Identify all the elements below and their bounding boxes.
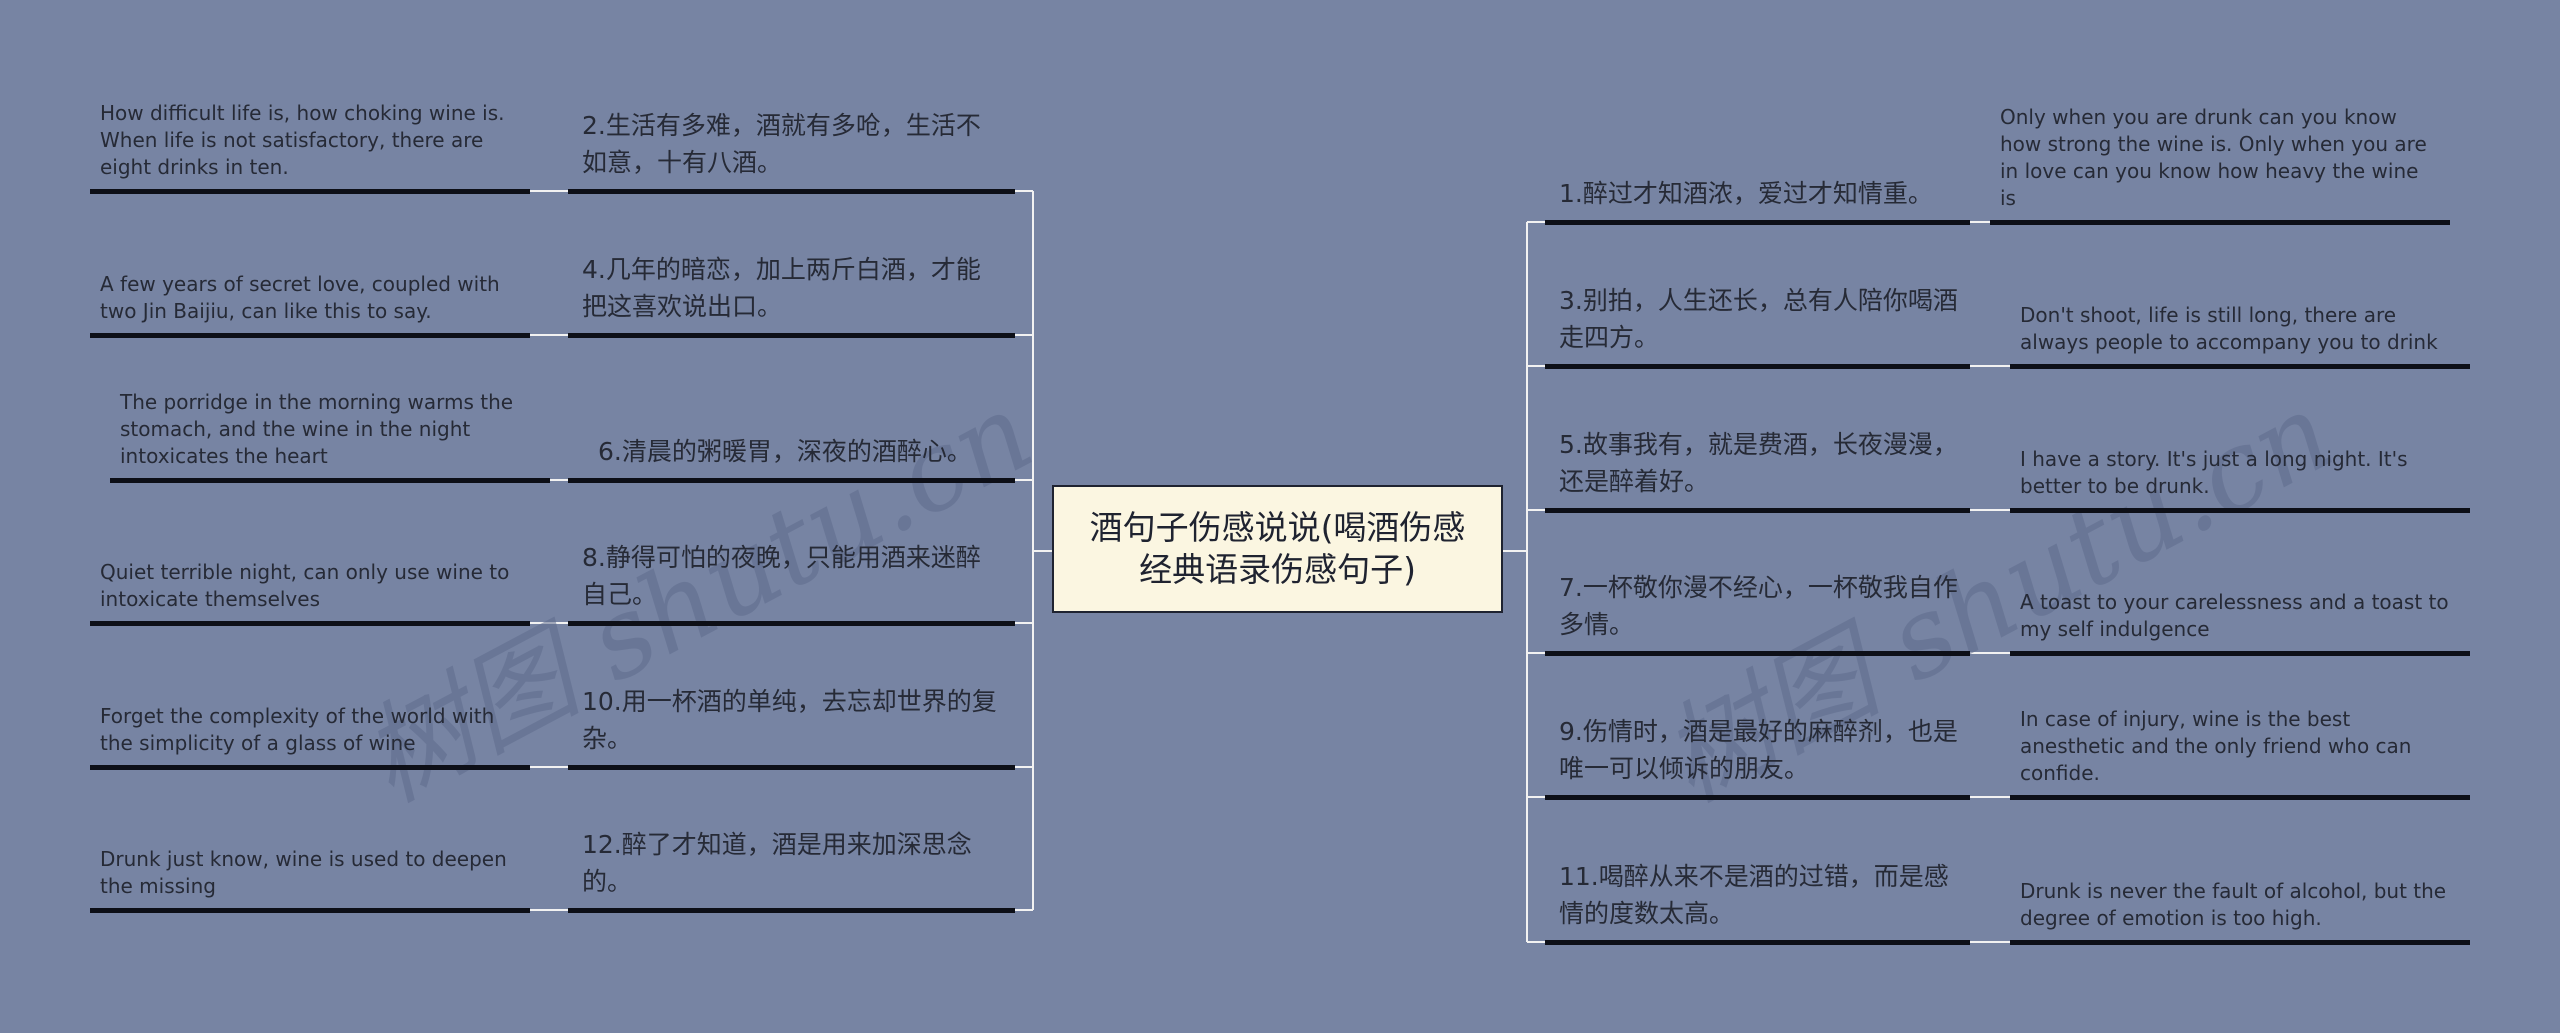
right-topic-3-text: 5.故事我有，就是费酒，长夜漫漫，还是醉着好。 xyxy=(1559,430,1958,496)
right-subtopic-4[interactable]: A toast to your carelessness and a toast… xyxy=(2010,513,2470,653)
mindmap-canvas: 树图 shutu.cn 树图 shutu.cn 2.生活有多难，酒就有多呛，生活… xyxy=(0,0,2560,1033)
left-topic-4-text: 8.静得可怕的夜晚，只能用酒来迷醉自己。 xyxy=(582,543,981,609)
left-subtopic-1-underline xyxy=(90,189,530,194)
right-subtopic-3-text: I have a story. It's just a long night. … xyxy=(2020,447,2408,498)
left-subtopic-6-text: Drunk just know, wine is used to deepen … xyxy=(100,847,507,898)
right-topic-3[interactable]: 5.故事我有，就是费酒，长夜漫漫，还是醉着好。 xyxy=(1545,370,1970,510)
right-topic-1-underline xyxy=(1545,220,1970,225)
left-subtopic-5[interactable]: Forget the complexity of the world with … xyxy=(90,627,530,767)
left-topic-2-underline xyxy=(568,333,1015,338)
left-topic-5[interactable]: 10.用一杯酒的单纯，去忘却世界的复杂。 xyxy=(568,627,1015,767)
right-topic-1-text: 1.醉过才知酒浓，爱过才知情重。 xyxy=(1559,179,1933,208)
right-subtopic-5[interactable]: In case of injury, wine is the best anes… xyxy=(2010,657,2470,797)
left-topic-3-text: 6.清晨的粥暖胃，深夜的酒醉心。 xyxy=(598,437,972,466)
right-subtopic-2[interactable]: Don't shoot, life is still long, there a… xyxy=(2010,226,2470,366)
left-subtopic-4-underline xyxy=(90,621,530,626)
right-subtopic-6-text: Drunk is never the fault of alcohol, but… xyxy=(2020,879,2447,930)
left-subtopic-2-text: A few years of secret love, coupled with… xyxy=(100,272,500,323)
right-topic-4-text: 7.一杯敬你漫不经心，一杯敬我自作多情。 xyxy=(1559,573,1958,639)
left-topic-4-underline xyxy=(568,621,1015,626)
right-subtopic-2-text: Don't shoot, life is still long, there a… xyxy=(2020,303,2438,354)
root-topic-label: 酒句子伤感说说(喝酒伤感经典语录伤感句子) xyxy=(1089,508,1466,589)
right-topic-1[interactable]: 1.醉过才知酒浓，爱过才知情重。 xyxy=(1545,82,1970,222)
left-subtopic-3[interactable]: The porridge in the morning warms the st… xyxy=(110,340,550,480)
left-topic-6-text: 12.醉了才知道，酒是用来加深思念的。 xyxy=(582,830,972,896)
left-topic-5-text: 10.用一杯酒的单纯，去忘却世界的复杂。 xyxy=(582,687,997,753)
left-subtopic-2-underline xyxy=(90,333,530,338)
right-topic-2-underline xyxy=(1545,364,1970,369)
left-subtopic-1-text: How difficult life is, how choking wine … xyxy=(100,101,505,179)
left-topic-2-text: 4.几年的暗恋，加上两斤白酒，才能把这喜欢说出口。 xyxy=(582,255,981,321)
right-topic-4[interactable]: 7.一杯敬你漫不经心，一杯敬我自作多情。 xyxy=(1545,513,1970,653)
right-topic-6[interactable]: 11.喝醉从来不是酒的过错，而是感情的度数太高。 xyxy=(1545,802,1970,942)
right-topic-6-underline xyxy=(1545,940,1970,945)
left-subtopic-1[interactable]: How difficult life is, how choking wine … xyxy=(90,51,530,191)
left-subtopic-5-text: Forget the complexity of the world with … xyxy=(100,704,495,755)
left-subtopic-4-text: Quiet terrible night, can only use wine … xyxy=(100,560,510,611)
root-topic[interactable]: 酒句子伤感说说(喝酒伤感经典语录伤感句子) xyxy=(1052,485,1503,613)
left-subtopic-6-underline xyxy=(90,908,530,913)
right-topic-2-text: 3.别拍，人生还长，总有人陪你喝酒走四方。 xyxy=(1559,286,1958,352)
right-topic-2[interactable]: 3.别拍，人生还长，总有人陪你喝酒走四方。 xyxy=(1545,226,1970,366)
left-topic-1[interactable]: 2.生活有多难，酒就有多呛，生活不如意，十有八酒。 xyxy=(568,51,1015,191)
right-subtopic-6[interactable]: Drunk is never the fault of alcohol, but… xyxy=(2010,802,2470,942)
right-subtopic-1-text: Only when you are drunk can you know how… xyxy=(2000,105,2427,210)
right-subtopic-6-underline xyxy=(2010,940,2470,945)
right-subtopic-3[interactable]: I have a story. It's just a long night. … xyxy=(2010,370,2470,510)
left-subtopic-2[interactable]: A few years of secret love, coupled with… xyxy=(90,195,530,335)
left-topic-6-underline xyxy=(568,908,1015,913)
left-topic-4[interactable]: 8.静得可怕的夜晚，只能用酒来迷醉自己。 xyxy=(568,483,1015,623)
right-topic-5-text: 9.伤情时，酒是最好的麻醉剂，也是唯一可以倾诉的朋友。 xyxy=(1559,717,1958,783)
right-subtopic-5-text: In case of injury, wine is the best anes… xyxy=(2020,707,2412,785)
right-subtopic-4-text: A toast to your carelessness and a toast… xyxy=(2020,590,2449,641)
left-topic-2[interactable]: 4.几年的暗恋，加上两斤白酒，才能把这喜欢说出口。 xyxy=(568,195,1015,335)
left-topic-3[interactable]: 6.清晨的粥暖胃，深夜的酒醉心。 xyxy=(568,340,1015,480)
left-topic-6[interactable]: 12.醉了才知道，酒是用来加深思念的。 xyxy=(568,770,1015,910)
right-subtopic-4-underline xyxy=(2010,651,2470,656)
right-topic-5[interactable]: 9.伤情时，酒是最好的麻醉剂，也是唯一可以倾诉的朋友。 xyxy=(1545,657,1970,797)
left-subtopic-6[interactable]: Drunk just know, wine is used to deepen … xyxy=(90,770,530,910)
right-topic-5-underline xyxy=(1545,795,1970,800)
right-subtopic-1-underline xyxy=(1990,220,2450,225)
right-subtopic-1[interactable]: Only when you are drunk can you know how… xyxy=(1990,82,2450,222)
left-subtopic-3-text: The porridge in the morning warms the st… xyxy=(120,390,514,468)
left-subtopic-4[interactable]: Quiet terrible night, can only use wine … xyxy=(90,483,530,623)
right-subtopic-5-underline xyxy=(2010,795,2470,800)
right-topic-6-text: 11.喝醉从来不是酒的过错，而是感情的度数太高。 xyxy=(1559,862,1949,928)
right-subtopic-2-underline xyxy=(2010,364,2470,369)
left-topic-1-underline xyxy=(568,189,1015,194)
left-topic-1-text: 2.生活有多难，酒就有多呛，生活不如意，十有八酒。 xyxy=(582,111,981,177)
right-topic-4-underline xyxy=(1545,651,1970,656)
